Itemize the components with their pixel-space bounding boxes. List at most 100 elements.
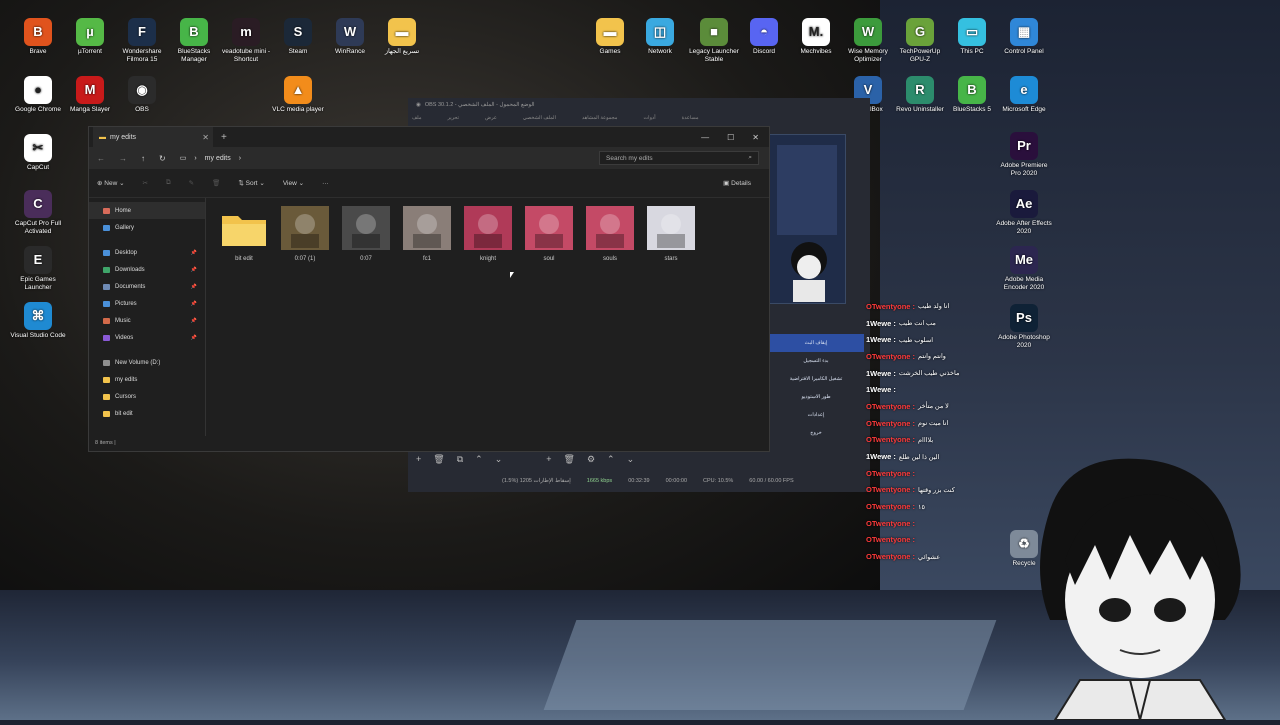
more-options-button[interactable]: ··· (322, 180, 329, 187)
right-desktop-icon[interactable]: ■ Legacy Launcher Stable (686, 18, 742, 64)
obs-menu-item[interactable]: الملف الشخصي (523, 115, 556, 121)
left-desktop-icon[interactable]: E Epic Games Launcher (10, 246, 66, 292)
right-desktop-icon[interactable]: ▭ This PC (944, 18, 1000, 56)
trash-icon[interactable]: 🗑 (564, 454, 575, 465)
minimize-button[interactable]: — (701, 133, 709, 142)
sidebar-item[interactable]: bit edit (89, 405, 205, 422)
sidebar-item[interactable]: Documents 📌 (89, 278, 205, 295)
obs-menu-item[interactable]: مساعدة (682, 115, 699, 121)
left-desktop-icon[interactable]: B Brave (10, 18, 66, 56)
right-desktop-icon[interactable]: G TechPowerUp GPU-Z (892, 18, 948, 64)
cut-icon[interactable]: ✂ (143, 179, 148, 187)
right-desktop-icon[interactable]: ▬ Games (582, 18, 638, 56)
move-up-icon[interactable]: ⌃ (475, 454, 483, 465)
filter-icon[interactable]: ⧉ (457, 454, 463, 465)
left-desktop-icon[interactable]: B BlueStacks Manager (166, 18, 222, 64)
obs-control-button[interactable]: طور الاستوديو (768, 388, 864, 406)
obs-control-button[interactable]: إيقاف البث (768, 334, 864, 352)
new-tab-button[interactable]: + (221, 132, 227, 143)
tab-my-edits[interactable]: ▬ my edits ✕ (93, 127, 213, 147)
rename-icon[interactable]: ✎ (189, 179, 194, 187)
sidebar-item[interactable]: Videos 📌 (89, 329, 205, 346)
add-icon[interactable]: + (546, 454, 551, 465)
close-tab-icon[interactable]: ✕ (202, 133, 209, 142)
desktop-icon-label: Control Panel (1004, 48, 1044, 55)
sidebar-item[interactable]: Gallery (89, 219, 205, 236)
left-desktop-icon[interactable]: ● Google Chrome (10, 76, 66, 114)
file-item[interactable]: 0:07 (342, 206, 390, 262)
sidebar-item[interactable]: Home (89, 202, 205, 219)
left-desktop-icon[interactable]: M Manga Slayer (62, 76, 118, 114)
view-button[interactable]: View ⌄ (283, 179, 304, 187)
right-desktop-icon[interactable]: e Microsoft Edge (996, 76, 1052, 114)
file-item[interactable]: stars (647, 206, 695, 262)
refresh-icon[interactable]: ↻ (159, 154, 166, 163)
trash-icon[interactable]: 🗑 (433, 454, 444, 465)
delete-icon[interactable]: 🗑 (212, 179, 220, 187)
obs-menu-item[interactable]: عرض (485, 115, 497, 121)
add-icon[interactable]: + (416, 454, 421, 465)
details-button[interactable]: ▣ Details (723, 179, 751, 187)
left-desktop-icon[interactable]: ✂ CapCut (10, 134, 66, 172)
left-desktop-icon[interactable]: F Wondershare Filmora 15 (114, 18, 170, 64)
gear-icon[interactable]: ⚙ (587, 454, 595, 465)
left-desktop-icon[interactable]: ◉ OBS (114, 76, 170, 114)
file-explorer-window[interactable]: ▬ my edits ✕ + — ☐ ✕ ← → ↑ ↻ ▭ › my edit… (88, 126, 770, 452)
obs-menu-item[interactable]: ملف (412, 115, 422, 121)
left-desktop-icon[interactable]: m veadotube mini - Shortcut (218, 18, 274, 64)
copy-icon[interactable]: ⧉ (166, 179, 171, 187)
right-desktop-icon[interactable]: B BlueStacks 5 (944, 76, 1000, 114)
right-desktop-icon[interactable]: Ae Adobe After Effects 2020 (996, 190, 1052, 236)
search-input[interactable]: Search my edits ⌕ (599, 151, 759, 165)
file-item[interactable]: souls (586, 206, 634, 262)
file-item[interactable]: bit edit (220, 206, 268, 262)
right-desktop-icon[interactable]: W Wise Memory Optimizer (840, 18, 896, 64)
sidebar-item[interactable]: Pictures 📌 (89, 295, 205, 312)
obs-menu-item[interactable]: مجموعة المشاهد (582, 115, 617, 121)
move-down-icon[interactable]: ⌄ (627, 454, 635, 465)
left-desktop-icon[interactable]: µ µTorrent (62, 18, 118, 56)
left-desktop-icon[interactable]: C CapCut Pro Full Activated (10, 190, 66, 236)
sidebar-item[interactable]: Desktop 📌 (89, 244, 205, 261)
left-desktop-icon[interactable]: W WinRance (322, 18, 378, 56)
back-icon[interactable]: ← (97, 154, 105, 163)
sidebar-item[interactable]: my edits (89, 371, 205, 388)
right-desktop-icon[interactable]: Pr Adobe Premiere Pro 2020 (996, 132, 1052, 178)
left-desktop-icon[interactable]: ⌘ Visual Studio Code (10, 302, 66, 340)
obs-control-button[interactable]: خروج (768, 424, 864, 442)
obs-preview[interactable] (768, 134, 846, 304)
file-item[interactable]: knight (464, 206, 512, 262)
obs-menu-item[interactable]: تحرير (448, 115, 460, 121)
file-item[interactable]: soul (525, 206, 573, 262)
right-desktop-icon[interactable]: ▦ Control Panel (996, 18, 1052, 56)
maximize-button[interactable]: ☐ (727, 133, 734, 142)
breadcrumb-item[interactable]: my edits (205, 155, 231, 162)
file-item[interactable]: fc1 (403, 206, 451, 262)
move-down-icon[interactable]: ⌄ (495, 454, 503, 465)
obs-control-button[interactable]: بدء التسجيل (768, 352, 864, 370)
sidebar-item[interactable]: New Volume (D:) (89, 354, 205, 371)
obs-control-button[interactable]: إعدادات (768, 406, 864, 424)
right-desktop-icon[interactable]: ◫ Network (632, 18, 688, 56)
sort-button[interactable]: ⇅ Sort ⌄ (238, 179, 264, 187)
right-desktop-icon[interactable]: R Revo Uninstaller (892, 76, 948, 114)
right-desktop-icon[interactable]: Me Adobe Media Encoder 2020 (996, 246, 1052, 292)
left-desktop-icon[interactable]: S Steam (270, 18, 326, 56)
close-button[interactable]: ✕ (752, 133, 759, 142)
sidebar-item[interactable]: Downloads 📌 (89, 261, 205, 278)
right-desktop-icon[interactable]: M. Mechvibes (788, 18, 844, 56)
left-desktop-icon[interactable]: ▬ تسريع الجهاز (374, 18, 430, 56)
obs-menu-item[interactable]: أدوات (643, 115, 655, 121)
sidebar-item-label: Pictures (115, 300, 137, 307)
new-button[interactable]: ⊕ New ⌄ (97, 179, 125, 187)
file-item[interactable]: 0:07 (1) (281, 206, 329, 262)
sidebar-item[interactable]: Cursors (89, 388, 205, 405)
obs-control-button[interactable]: تشغيل الكاميرا الافتراضية (768, 370, 864, 388)
right-desktop-icon[interactable]: ◓ Discord (736, 18, 792, 56)
left-desktop-icon[interactable]: ▲ VLC media player (270, 76, 326, 114)
up-icon[interactable]: ↑ (141, 154, 145, 163)
sidebar-item[interactable]: Music 📌 (89, 312, 205, 329)
forward-icon[interactable]: → (119, 154, 127, 163)
move-up-icon[interactable]: ⌃ (607, 454, 615, 465)
breadcrumb[interactable]: ▭ › my edits › (180, 154, 241, 163)
